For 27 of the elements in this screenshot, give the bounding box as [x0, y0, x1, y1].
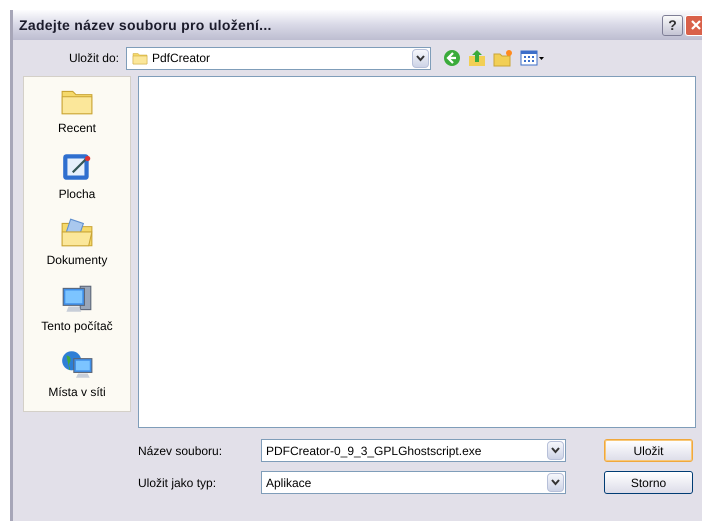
help-button[interactable]: ?	[662, 14, 683, 36]
place-item[interactable]: Tento počítač	[41, 283, 113, 335]
dialog-button[interactable]: Storno	[604, 471, 693, 494]
file-type-dropdown[interactable]: Aplikace	[261, 471, 566, 494]
views-menu-icon[interactable]	[520, 49, 546, 67]
computer-icon	[60, 283, 94, 315]
save-in-label: Uložit do:	[68, 50, 120, 67]
place-item[interactable]: Dokumenty	[46, 217, 108, 269]
dialog-button[interactable]: Uložit	[604, 439, 693, 462]
place-item[interactable]: Plocha	[58, 151, 96, 203]
place-item[interactable]: Recent	[58, 85, 96, 137]
file-name-label: Název souboru:	[138, 442, 224, 460]
dropdown-caret-icon[interactable]	[547, 473, 564, 492]
save-in-dropdown[interactable]: PdfCreator	[126, 46, 431, 70]
file-type-label: Uložit jako typ:	[138, 474, 218, 492]
dropdown-caret-icon[interactable]	[547, 441, 564, 460]
network-icon	[60, 349, 94, 381]
close-button[interactable]	[685, 14, 702, 36]
file-name-field[interactable]: PDFCreator-0_9_3_GPLGhostscript.exe	[261, 439, 566, 462]
window-title: Zadejte název souboru pro uložení...	[19, 16, 273, 35]
place-item[interactable]: Místa v síti	[48, 349, 106, 401]
folder-up-icon[interactable]	[468, 49, 486, 67]
close-icon[interactable]	[690, 19, 702, 31]
documents-folder-icon	[60, 217, 94, 249]
folder-icon	[132, 51, 148, 65]
dropdown-caret-icon[interactable]	[412, 48, 429, 68]
back-icon[interactable]	[443, 49, 461, 67]
